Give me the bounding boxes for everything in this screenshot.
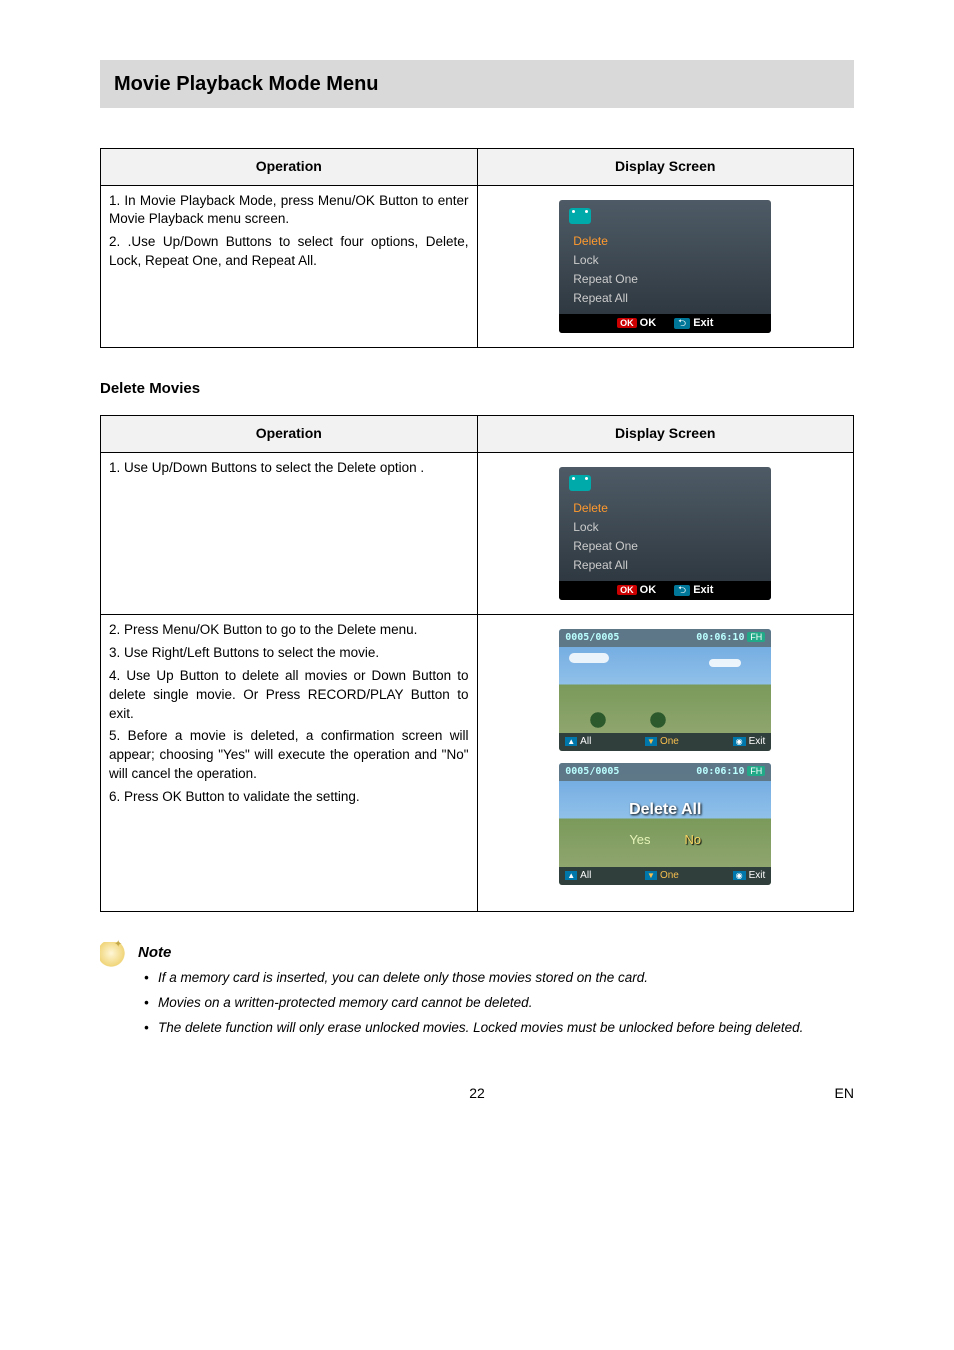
note-block: Note If a memory card is inserted, you c… [100,942,854,1044]
exit-badge: ⮌ [674,585,690,596]
delete-table: Operation Display Screen 1. Use Up/Down … [100,415,854,912]
yes-option: Yes [629,831,650,849]
ok-badge: OK [617,585,637,595]
exit-btn: Exit [733,735,766,749]
menu-item-repeat-one: Repeat One [569,270,761,289]
playback-screen: 0005/0005 00:06:10 FH All One Exit [559,629,771,751]
confirm-bottom-bar: All One Exit [559,867,771,885]
delete-step-1: 1. Use Up/Down Buttons to select the Del… [109,459,469,478]
col-display-2: Display Screen [477,415,854,452]
ok-badge: OK [617,318,637,328]
playback-top-bar: 0005/0005 00:06:10 FH [559,629,771,647]
all-btn-2: All [565,869,591,883]
col-operation-2: Operation [101,415,478,452]
note-item-3: The delete function will only erase unlo… [142,1019,803,1038]
note-item-2: Movies on a written-protected memory car… [142,994,803,1013]
menu-item-delete: Delete [569,499,761,518]
one-btn-2: One [645,869,679,883]
delete-step-5: 5. Before a movie is deleted, a confirma… [109,727,469,784]
section-title: Movie Playback Mode Menu [114,70,840,98]
delete-step-2: 2. Press Menu/OK Button to go to the Del… [109,621,469,640]
col-operation: Operation [101,149,478,186]
note-title: Note [138,942,803,963]
menu-item-lock: Lock [569,251,761,270]
delete-row1-op: 1. Use Up/Down Buttons to select the Del… [101,452,478,614]
time: 00:06:10 [696,632,744,643]
menu-item-lock: Lock [569,518,761,537]
movie-icon [569,208,591,224]
menu-screen: Delete Lock Repeat One Repeat All OK OK … [559,200,771,333]
menu-item-repeat-one: Repeat One [569,537,761,556]
menu-footer-2: OK OK ⮌ Exit [559,581,771,600]
ok-label: OK [640,584,657,596]
ok-label: OK [640,317,657,329]
no-option: No [685,831,702,849]
delete-step-6: 6. Press OK Button to validate the setti… [109,788,469,807]
menu-screen-2: Delete Lock Repeat One Repeat All OK OK … [559,467,771,600]
menu-item-repeat-all: Repeat All [569,289,761,308]
delete-step-3: 3. Use Right/Left Buttons to select the … [109,644,469,663]
playback-bottom-bar: All One Exit [559,733,771,751]
menu-footer: OK OK ⮌ Exit [559,314,771,333]
all-btn: All [565,735,591,749]
intro-table: Operation Display Screen 1. In Movie Pla… [100,148,854,348]
intro-display-cell: Delete Lock Repeat One Repeat All OK OK … [477,185,854,347]
menu-item-delete: Delete [569,232,761,251]
note-icon [100,942,128,970]
lang-label: EN [835,1084,854,1104]
fh-badge: FH [747,632,765,642]
delete-row2-display: 0005/0005 00:06:10 FH All One Exit 0005/… [477,614,854,911]
exit-btn-2: Exit [733,869,766,883]
exit-label: Exit [693,584,713,596]
intro-step-2: 2. .Use Up/Down Buttons to select four o… [109,233,469,271]
delete-row2-op: 2. Press Menu/OK Button to go to the Del… [101,614,478,911]
delete-movies-title: Delete Movies [100,378,854,399]
col-display: Display Screen [477,149,854,186]
one-btn: One [645,735,679,749]
counter: 0005/0005 [565,631,619,645]
page-footer: 22 EN [100,1084,854,1102]
movie-icon [569,475,591,491]
delete-row1-display: Delete Lock Repeat One Repeat All OK OK … [477,452,854,614]
exit-badge: ⮌ [674,318,690,329]
intro-operation-cell: 1. In Movie Playback Mode, press Menu/OK… [101,185,478,347]
note-item-1: If a memory card is inserted, you can de… [142,969,803,988]
exit-label: Exit [693,317,713,329]
section-header: Movie Playback Mode Menu [100,60,854,108]
delete-all-title: Delete All [629,799,701,821]
page-number: 22 [469,1084,485,1104]
intro-step-1: 1. In Movie Playback Mode, press Menu/OK… [109,192,469,230]
delete-step-4: 4. Use Up Button to delete all movies or… [109,667,469,724]
confirm-screen: 0005/0005 00:06:10 FH Delete All Yes No … [559,763,771,885]
menu-item-repeat-all: Repeat All [569,556,761,575]
